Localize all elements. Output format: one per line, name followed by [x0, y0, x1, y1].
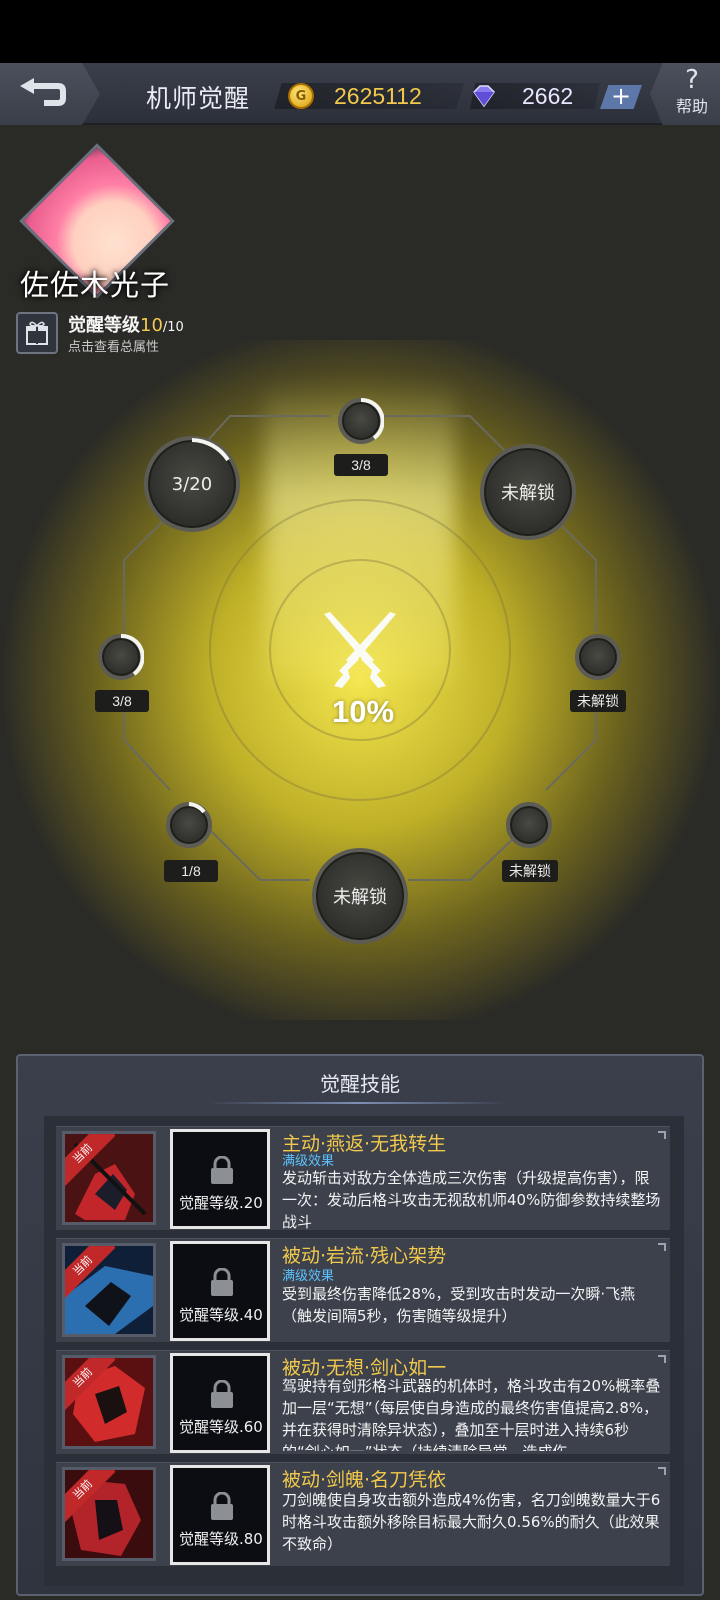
locked-skill-box: 觉醒等级.20	[170, 1129, 270, 1229]
unlock-requirement: 觉醒等级.40	[179, 1306, 263, 1324]
progress-arc	[120, 634, 144, 676]
node-top-tag: 3/8	[334, 454, 388, 476]
node-bottom-status: 未解锁	[333, 887, 387, 908]
lock-icon	[211, 1492, 233, 1520]
skill-row[interactable]: 当前 觉醒等级.60 被动·无想·剑心如一 驾驶持有剑形格斗武器的机体时，格斗攻…	[56, 1350, 670, 1454]
node-bottom-right-tag: 未解锁	[502, 860, 558, 882]
skill-row[interactable]: 当前 觉醒等级.80 被动·剑魄·名刀凭依 刀剑魄使自身攻击额外造成4%伤害，名…	[56, 1462, 670, 1566]
node-bottom-left-tag: 1/8	[164, 860, 218, 882]
locked-skill-box: 觉醒等级.80	[170, 1465, 270, 1565]
skill-description: 发动斩击对敌方全体造成三次伤害（升级提高伤害），限一次：发动后格斗攻击无视敌机师…	[282, 1169, 661, 1231]
node-top-right-status: 未解锁	[501, 483, 555, 504]
node-top[interactable]	[338, 398, 384, 444]
corner-decoration	[658, 1467, 666, 1475]
node-bottom-left[interactable]	[166, 802, 212, 848]
locked-skill-box: 觉醒等级.40	[170, 1241, 270, 1341]
node-left[interactable]	[98, 634, 144, 680]
skill-name: 被动·剑魄·名刀凭依	[282, 1469, 447, 1491]
skill-image: 当前	[62, 1467, 156, 1561]
node-bottom[interactable]: 未解锁	[312, 848, 408, 944]
node-top-left[interactable]: 3/20	[144, 436, 240, 532]
node-right-tag: 未解锁	[570, 690, 626, 712]
unlock-requirement: 觉醒等级.20	[179, 1194, 263, 1212]
skill-image: 当前	[62, 1243, 156, 1337]
awaken-skills-panel: 觉醒技能 当前 觉醒等级.20 主动·燕返·无我转生 满级效果 发动斩击对敌方全…	[16, 1054, 704, 1596]
corner-decoration	[658, 1243, 666, 1251]
skill-row[interactable]: 当前 觉醒等级.40 被动·岩流·残心架势 满级效果 受到最终伤害降低28%，受…	[56, 1238, 670, 1342]
skill-effect-label: 满级效果	[282, 1269, 335, 1284]
node-left-tag: 3/8	[95, 690, 149, 712]
node-top-right[interactable]: 未解锁	[480, 444, 576, 540]
locked-skill-box: 觉醒等级.60	[170, 1353, 270, 1453]
skill-row[interactable]: 当前 觉醒等级.20 主动·燕返·无我转生 满级效果 发动斩击对敌方全体造成三次…	[56, 1126, 670, 1231]
skill-name: 被动·岩流·残心架势	[282, 1245, 447, 1267]
center-progress-percent: 10%	[331, 694, 395, 729]
title-divider	[208, 1102, 508, 1104]
skill-description: 受到最终伤害降低28%，受到攻击时发动一次瞬·飞燕（触发间隔5秒，伤害随等级提升…	[282, 1285, 636, 1325]
progress-arc	[191, 438, 230, 462]
node-bottom-right[interactable]	[506, 802, 552, 848]
lock-icon	[211, 1156, 233, 1184]
lock-icon	[211, 1380, 233, 1408]
corner-decoration	[658, 1355, 666, 1363]
skill-image: 当前	[62, 1131, 156, 1225]
corner-decoration	[658, 1131, 666, 1139]
skill-image: 当前	[62, 1355, 156, 1449]
progress-arc	[360, 398, 384, 440]
node-right[interactable]	[575, 634, 621, 680]
lock-icon	[211, 1268, 233, 1296]
skill-description: 刀剑魄使自身攻击额外造成4%伤害，名刀剑魄数量大于6时格斗攻击额外移除目标最大耐…	[282, 1491, 661, 1553]
progress-arc	[188, 802, 206, 814]
unlock-requirement: 觉醒等级.80	[179, 1530, 263, 1548]
unlock-requirement: 觉醒等级.60	[179, 1418, 263, 1436]
skill-description: 驾驶持有剑形格斗武器的机体时，格斗攻击有20%概率叠加一层“无想”（每层使自身造…	[282, 1377, 661, 1451]
crossed-swords-icon	[324, 612, 396, 688]
panel-title: 觉醒技能	[320, 1072, 400, 1096]
